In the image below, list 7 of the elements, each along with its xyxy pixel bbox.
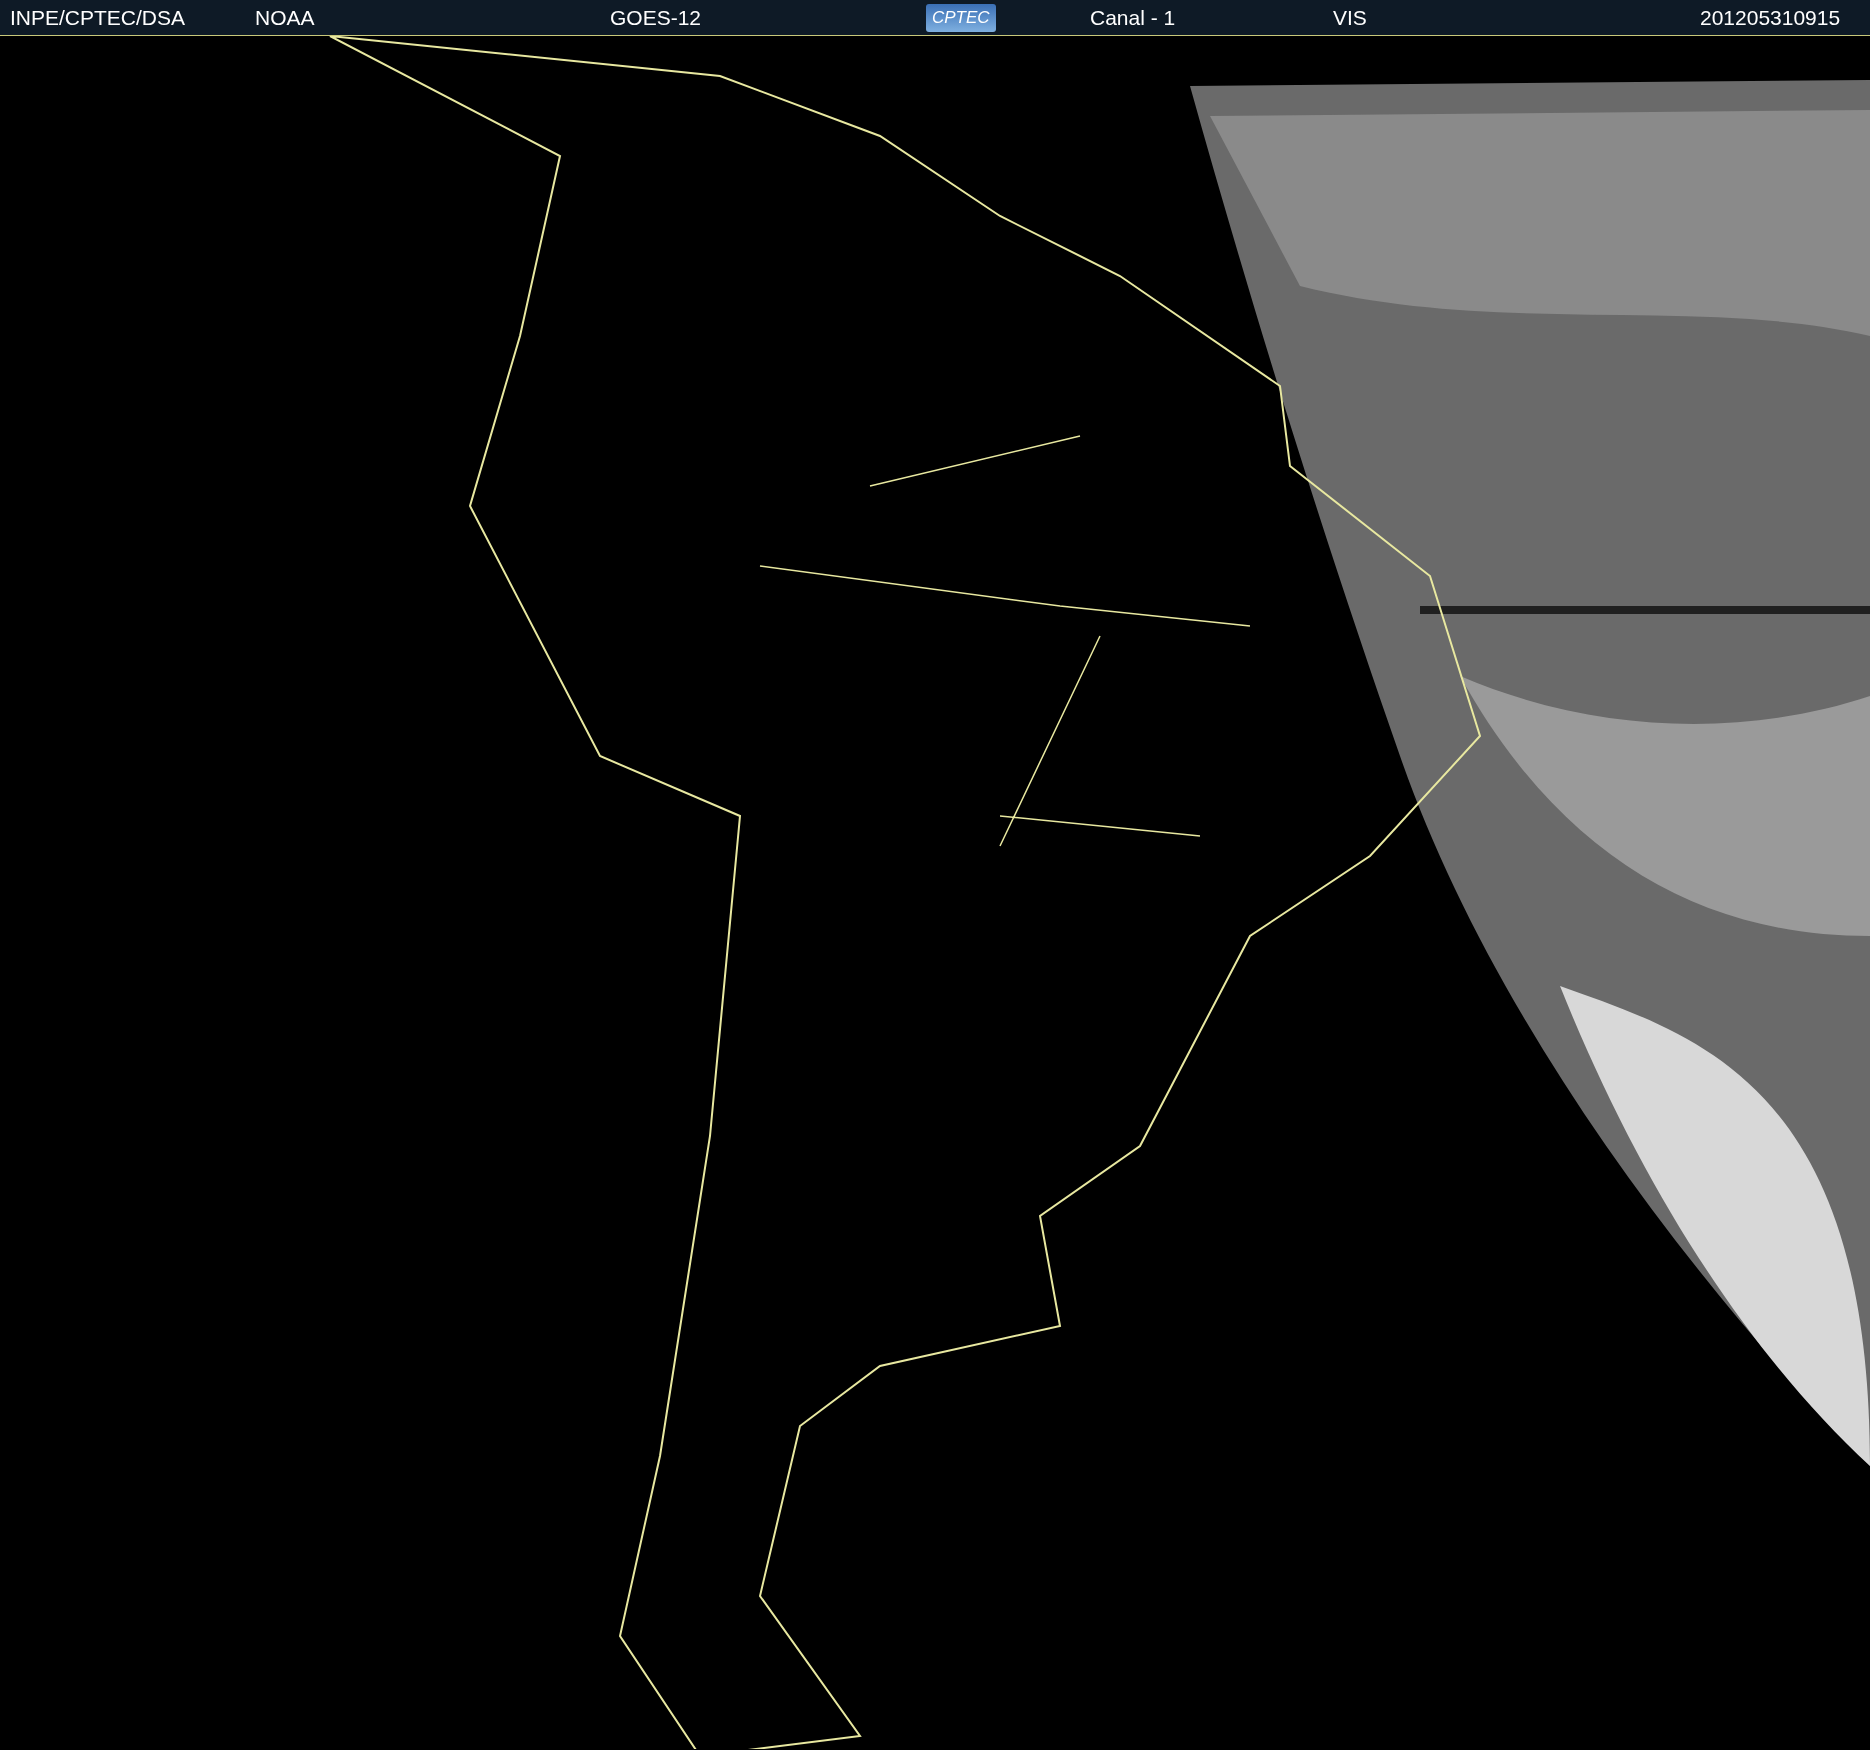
header-label: 201205310915	[1700, 5, 1841, 30]
header-label: GOES-12	[610, 5, 702, 30]
logo: CPTEC	[926, 3, 996, 32]
header-label: Canal - 1	[1090, 5, 1176, 30]
header-label: NOAA	[255, 5, 315, 30]
header-label: VIS	[1333, 5, 1367, 30]
header-label: INPE/CPTEC/DSA	[10, 5, 186, 30]
